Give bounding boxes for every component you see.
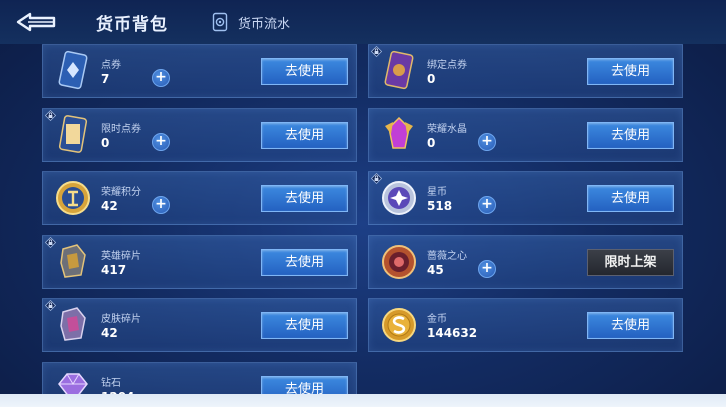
item-name: 钻石 [101,378,121,389]
star-coin-icon [382,181,416,215]
currency-card-jifen: 荣耀积分 42 + 去使用 [42,171,357,225]
use-xianshi-button[interactable]: 去使用 [261,122,348,149]
purple-bound-voucher-card-icon [384,50,414,90]
use-dianjuan-button[interactable]: 去使用 [261,58,348,85]
use-yingxiong-button[interactable]: 去使用 [261,249,348,276]
item-amount: 7 [101,72,110,86]
item-name: 星币 [427,187,447,198]
tab-currency-flow[interactable]: 货币流水 [212,11,290,33]
gold-coin-icon [382,308,416,342]
item-amount: 417 [101,263,127,277]
currency-card-shuijing: 荣耀水晶 0 + 去使用 [368,108,683,162]
limited-time-voucher-icon [58,115,88,153]
item-name: 点券 [101,60,121,71]
rose-heart-icon [382,245,416,279]
use-jifen-button[interactable]: 去使用 [261,185,348,212]
back-arrow-icon[interactable] [14,10,58,34]
item-amount: 144632 [427,326,478,340]
currency-card-pifu: 皮肤碎片 42 去使用 [42,298,357,352]
limited-listing-button[interactable]: 限时上架 [587,249,674,276]
add-qiangwei-button[interactable]: + [478,260,496,278]
add-xingbi-button[interactable]: + [478,196,496,214]
add-xianshi-button[interactable]: + [152,133,170,151]
currency-flow-icon [212,12,228,32]
tab-currency-flow-label: 货币流水 [238,16,291,32]
item-amount: 0 [427,136,436,150]
add-shuijing-button[interactable]: + [478,133,496,151]
blue-voucher-card-icon [58,50,88,90]
bottom-overlay-bar [0,394,726,407]
item-name: 绑定点券 [427,60,467,71]
item-amount: 42 [101,199,118,213]
use-bangding-button[interactable]: 去使用 [587,58,674,85]
item-name: 金币 [427,314,447,325]
use-jinbi-button[interactable]: 去使用 [587,312,674,339]
use-pifu-button[interactable]: 去使用 [261,312,348,339]
item-name: 英雄碎片 [101,251,141,262]
currency-card-jinbi: 金币 144632 去使用 [368,298,683,352]
currency-card-dianjuan: 点券 7 + 去使用 [42,44,357,98]
item-amount: 518 [427,199,453,213]
item-amount: 42 [101,326,118,340]
item-amount: 0 [427,72,436,86]
use-shuijing-button[interactable]: 去使用 [587,122,674,149]
currency-card-yingxiong: 英雄碎片 417 去使用 [42,235,357,289]
item-name: 皮肤碎片 [101,314,141,325]
currency-card-xingbi: 星币 518 + 去使用 [368,171,683,225]
item-amount: 0 [101,136,110,150]
currency-card-xianshi: 限时点券 0 + 去使用 [42,108,357,162]
item-name: 蔷薇之心 [427,251,467,262]
item-name: 限时点券 [101,124,141,135]
item-name: 荣耀水晶 [427,124,467,135]
hero-fragment-icon [60,244,86,278]
use-xingbi-button[interactable]: 去使用 [587,185,674,212]
glory-crystal-icon [385,116,413,149]
glory-points-coin-icon [56,181,90,215]
add-dianjuan-button[interactable]: + [152,69,170,87]
add-jifen-button[interactable]: + [152,196,170,214]
currency-card-bangding: 绑定点券 0 去使用 [368,44,683,98]
currency-card-qiangwei: 蔷薇之心 45 + 限时上架 [368,235,683,289]
item-amount: 45 [427,263,444,277]
item-name: 荣耀积分 [101,187,141,198]
skin-fragment-icon [60,307,86,341]
page-title: 货币背包 [96,15,168,35]
